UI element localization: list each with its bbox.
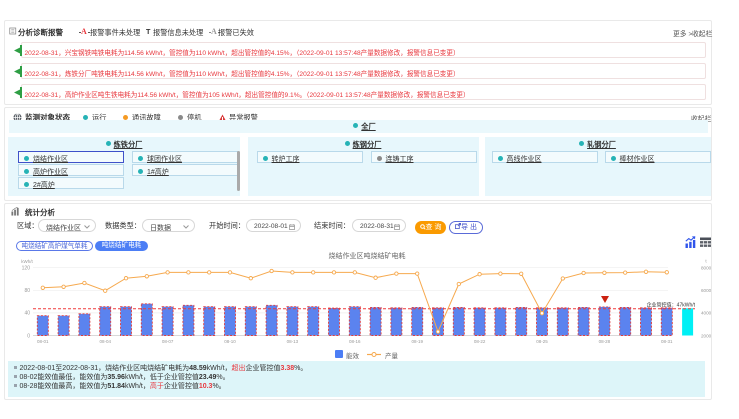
- svg-text:08-22: 08-22: [474, 339, 486, 344]
- svg-text:08-04: 08-04: [99, 339, 111, 344]
- svg-text:8000: 8000: [701, 266, 712, 271]
- svg-text:08-01: 08-01: [37, 339, 49, 344]
- svg-text:120: 120: [22, 266, 31, 272]
- svg-text:08-10: 08-10: [224, 339, 236, 344]
- svg-text:08-28: 08-28: [599, 339, 611, 344]
- svg-text:t: t: [705, 259, 707, 264]
- svg-text:6000: 6000: [701, 288, 712, 293]
- svg-text:kWh/t: kWh/t: [21, 259, 33, 264]
- svg-text:40: 40: [24, 311, 30, 317]
- svg-text:08-19: 08-19: [411, 339, 423, 344]
- svg-text:08-16: 08-16: [349, 339, 361, 344]
- svg-text:08-13: 08-13: [287, 339, 299, 344]
- svg-text:2000: 2000: [701, 333, 712, 338]
- svg-text:08-25: 08-25: [536, 339, 548, 344]
- svg-text:80: 80: [24, 288, 30, 294]
- svg-text:企业管控值：47kWh/t: 企业管控值：47kWh/t: [647, 302, 696, 309]
- svg-text:08-31: 08-31: [661, 339, 673, 344]
- svg-text:0: 0: [27, 333, 30, 339]
- svg-text:烧结作业区吨烧结矿电耗: 烧结作业区吨烧结矿电耗: [329, 251, 406, 260]
- svg-text:4000: 4000: [701, 311, 712, 316]
- svg-text:08-07: 08-07: [162, 339, 174, 344]
